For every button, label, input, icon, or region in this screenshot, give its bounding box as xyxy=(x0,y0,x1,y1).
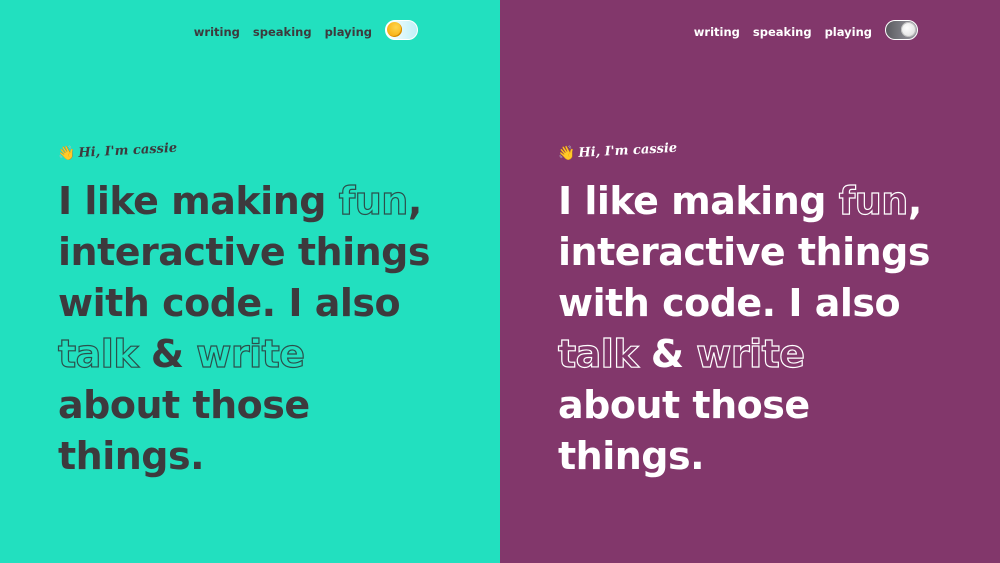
headline-text: & xyxy=(638,332,697,376)
outline-word-talk: talk xyxy=(57,331,139,376)
outline-word-talk: talk xyxy=(557,331,639,376)
headline-text: , xyxy=(907,179,922,223)
outline-word-fun: fun xyxy=(838,178,909,223)
headline-line-5: about those xyxy=(58,383,310,427)
greeting: 👋 Hi, I'm cassie xyxy=(58,140,178,162)
theme-toggle[interactable] xyxy=(385,20,418,40)
nav-link-playing[interactable]: playing xyxy=(825,25,872,39)
headline-line-2: interactive things xyxy=(58,230,431,274)
waving-hand-icon: 👋 xyxy=(557,145,576,162)
headline-line-5: about those xyxy=(558,383,810,427)
headline-line-1: I like making fun, xyxy=(58,176,430,227)
nav-link-writing[interactable]: writing xyxy=(694,25,740,39)
greeting-text: Hi, I'm cassie xyxy=(78,140,178,161)
hero-headline: I like making fun, interactive things wi… xyxy=(557,176,931,482)
headline-line-4: talk & write xyxy=(557,329,930,380)
sun-icon xyxy=(387,22,402,37)
hero-headline: I like making fun, interactive things wi… xyxy=(57,176,431,482)
nav-link-playing[interactable]: playing xyxy=(325,25,372,39)
light-theme-panel: writing speaking playing 👋 Hi, I'm cassi… xyxy=(0,0,500,563)
greeting: 👋 Hi, I'm cassie xyxy=(558,140,678,162)
headline-text: & xyxy=(138,332,197,376)
headline-line-6: things. xyxy=(58,434,205,478)
headline-line-2: interactive things xyxy=(558,230,931,274)
nav-link-speaking[interactable]: speaking xyxy=(753,25,812,39)
headline-text: I like making xyxy=(58,179,339,223)
waving-hand-icon: 👋 xyxy=(57,145,76,162)
nav-link-writing[interactable]: writing xyxy=(194,25,240,39)
outline-word-fun: fun xyxy=(338,178,409,223)
outline-word-write: write xyxy=(196,331,306,376)
greeting-text: Hi, I'm cassie xyxy=(578,140,678,161)
headline-line-3: with code. I also xyxy=(58,281,401,325)
moon-icon xyxy=(901,22,916,37)
dark-theme-panel: writing speaking playing 👋 Hi, I'm cassi… xyxy=(500,0,1000,563)
headline-line-4: talk & write xyxy=(57,329,430,380)
main-nav: writing speaking playing xyxy=(194,25,372,39)
headline-line-1: I like making fun, xyxy=(558,176,930,227)
headline-line-3: with code. I also xyxy=(558,281,901,325)
headline-text: I like making xyxy=(558,179,839,223)
outline-word-write: write xyxy=(696,331,806,376)
headline-text: , xyxy=(407,179,422,223)
main-nav: writing speaking playing xyxy=(694,25,872,39)
theme-toggle[interactable] xyxy=(885,20,918,40)
headline-line-6: things. xyxy=(558,434,705,478)
nav-link-speaking[interactable]: speaking xyxy=(253,25,312,39)
